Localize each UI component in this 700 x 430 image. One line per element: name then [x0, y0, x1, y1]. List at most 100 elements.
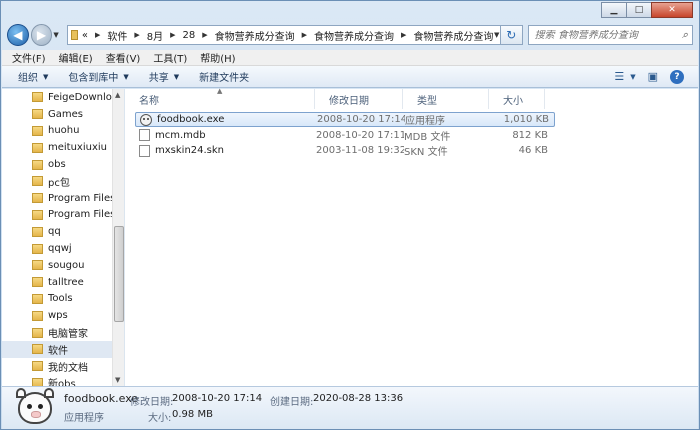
chevron-right-icon[interactable]: ▶ — [401, 31, 406, 39]
sidebar-folder-item[interactable]: 软件 — [2, 340, 112, 358]
scroll-down-icon[interactable]: ▼ — [115, 376, 120, 384]
breadcrumb-food-query-2[interactable]: 食物营养成分查询 — [314, 28, 394, 43]
chevron-right-icon[interactable]: ▶ — [302, 31, 307, 39]
chevron-right-icon[interactable]: ▶ — [134, 31, 139, 39]
search-box[interactable]: ⌕ — [527, 25, 693, 45]
file-row[interactable]: mxskin24.skn 2003-11-08 19:32 SKN 文件 46 KB — [135, 143, 555, 158]
help-icon[interactable]: ? — [670, 69, 684, 84]
file-type: SKN 文件 — [404, 147, 448, 158]
sidebar-folder-item[interactable]: meituxiuxiu — [2, 139, 112, 156]
file-date: 2008-10-20 17:11 — [316, 129, 404, 141]
file-name: mxskin24.skn — [155, 145, 225, 156]
search-icon[interactable]: ⌕ — [682, 28, 688, 42]
sidebar-folder-item[interactable]: Tools — [2, 291, 112, 308]
sidebar-folder-label: qq — [48, 226, 61, 238]
sidebar-folder-item[interactable]: FeigeDownloa — [2, 89, 112, 106]
new-folder-button[interactable]: 新建文件夹 — [199, 69, 249, 84]
file-list-pane: ▲ 名称 修改日期 类型 大小 foodbook.exe 2008-10-20 17… — [125, 87, 698, 386]
menu-tools[interactable]: 工具(T) — [153, 50, 187, 65]
sidebar-folder-item[interactable]: 新obs — [2, 375, 112, 386]
menu-edit[interactable]: 编辑(E) — [59, 50, 93, 65]
chevron-right-icon[interactable]: ▶ — [95, 31, 100, 39]
sort-ascending-icon: ▲ — [217, 87, 223, 95]
file-size: 1,010 KB — [503, 114, 549, 125]
view-options-icon[interactable]: ☰ — [614, 70, 624, 83]
forward-button[interactable]: ▶ — [30, 24, 53, 46]
breadcrumb-28[interactable]: 28 — [183, 30, 196, 41]
file-name-cell: mcm.mdb — [135, 129, 316, 141]
breadcrumb-august[interactable]: 8月 — [147, 28, 163, 43]
menu-file[interactable]: 文件(F) — [12, 50, 46, 65]
menu-help[interactable]: 帮助(H) — [200, 50, 235, 65]
ear-shape — [16, 388, 26, 398]
file-row[interactable]: mcm.mdb 2008-10-20 17:11 MDB 文件 812 KB — [135, 128, 555, 143]
breadcrumb-software[interactable]: 软件 — [107, 28, 127, 43]
view-dropdown-icon[interactable]: ▼ — [630, 73, 635, 81]
column-name[interactable]: ▲ 名称 — [125, 87, 315, 109]
sidebar-folder-label: FeigeDownloa — [48, 91, 112, 103]
organize-button[interactable]: 组织 ▼ — [18, 69, 48, 85]
share-button[interactable]: 共享 ▼ — [148, 69, 179, 85]
preview-pane-icon[interactable]: ▣ — [648, 70, 658, 83]
navigation-pane: FeigeDownloa Games huohu meituxiuxiu obs pc包 P… — [2, 89, 125, 386]
column-type-label: 类型 — [417, 95, 437, 107]
sidebar-folder-item[interactable]: Games — [2, 106, 112, 123]
sidebar-folder-label: 电脑管家 — [48, 329, 88, 341]
sidebar-folder-item[interactable]: qq — [2, 223, 112, 240]
chevron-right-icon[interactable]: ▶ — [202, 31, 207, 39]
scroll-up-icon[interactable]: ▲ — [115, 91, 120, 99]
scrollbar-thumb[interactable] — [114, 226, 124, 322]
maximize-button[interactable]: □ — [626, 2, 652, 18]
sidebar-folder-label: Program Files — [48, 192, 112, 204]
file-name-cell: mxskin24.skn — [135, 144, 316, 157]
breadcrumb-food-query-1[interactable]: 食物营养成分查询 — [215, 28, 295, 43]
new-folder-label: 新建文件夹 — [199, 73, 250, 84]
navigation-scrollbar[interactable]: ▲ ▼ — [112, 89, 124, 386]
folder-icon — [32, 142, 43, 153]
share-label: 共享 — [148, 73, 169, 84]
sidebar-folder-item[interactable]: Program Files — [2, 207, 112, 224]
arrow-right-icon: ▶ — [36, 28, 47, 42]
file-row[interactable]: foodbook.exe 2008-10-20 17:14 应用程序 1,010 KB — [135, 112, 555, 127]
sidebar-folder-item[interactable]: sougou — [2, 257, 112, 274]
file-size: 46 KB — [518, 145, 548, 156]
address-bar[interactable]: « ▶ 软件 ▶ 8月 ▶ 28 ▶ 食物营养成分查询 ▶ 食物营养成分查询 ▶ 食物营养成… — [67, 25, 501, 45]
details-size-label: 大小: — [148, 413, 172, 424]
sidebar-folder-item[interactable]: 电脑管家 — [2, 324, 112, 341]
search-input[interactable] — [534, 29, 675, 41]
minimize-button[interactable]: ▁ — [601, 2, 627, 18]
column-size[interactable]: 大小 — [489, 89, 545, 109]
file-name: foodbook.exe — [157, 114, 225, 125]
sidebar-folder-item[interactable]: obs — [2, 156, 112, 173]
chevron-right-icon[interactable]: ▶ — [170, 31, 175, 39]
sheep-app-icon — [16, 388, 54, 424]
folder-icon — [71, 30, 78, 40]
sidebar-folder-item[interactable]: pc包 — [2, 173, 112, 190]
folder-icon — [32, 310, 43, 321]
folder-icon — [32, 243, 43, 254]
sidebar-folder-label: obs — [48, 159, 66, 171]
back-button[interactable]: ◀ — [7, 24, 29, 46]
address-dropdown[interactable]: ▼ — [493, 31, 500, 39]
sidebar-folder-item[interactable]: qqwj — [2, 240, 112, 257]
include-in-library-button[interactable]: 包含到库中 ▼ — [68, 69, 128, 85]
refresh-button[interactable]: ↻ — [500, 25, 523, 45]
breadcrumb-food-query-3[interactable]: 食物营养成分查询 — [413, 28, 493, 43]
column-date[interactable]: 修改日期 — [315, 89, 403, 109]
folder-icon — [32, 159, 43, 170]
sidebar-folder-item[interactable]: huohu — [2, 123, 112, 140]
file-date: 2003-11-08 19:32 — [316, 145, 404, 156]
application-icon — [140, 113, 152, 126]
close-button[interactable]: ✕ — [651, 2, 693, 18]
sidebar-folder-item[interactable]: 我的文档 — [2, 358, 112, 375]
sidebar-folder-item[interactable]: Program Files — [2, 190, 112, 207]
folder-icon — [32, 277, 43, 288]
file-icon — [139, 144, 150, 157]
sidebar-folder-item[interactable]: wps — [2, 307, 112, 324]
recent-pages-dropdown[interactable]: ▼ — [53, 31, 63, 39]
folder-icon — [32, 209, 43, 220]
sidebar-folder-item[interactable]: talltree — [2, 274, 112, 291]
column-type[interactable]: 类型 — [403, 89, 489, 109]
menu-view[interactable]: 查看(V) — [106, 50, 141, 65]
folder-icon — [32, 176, 43, 187]
